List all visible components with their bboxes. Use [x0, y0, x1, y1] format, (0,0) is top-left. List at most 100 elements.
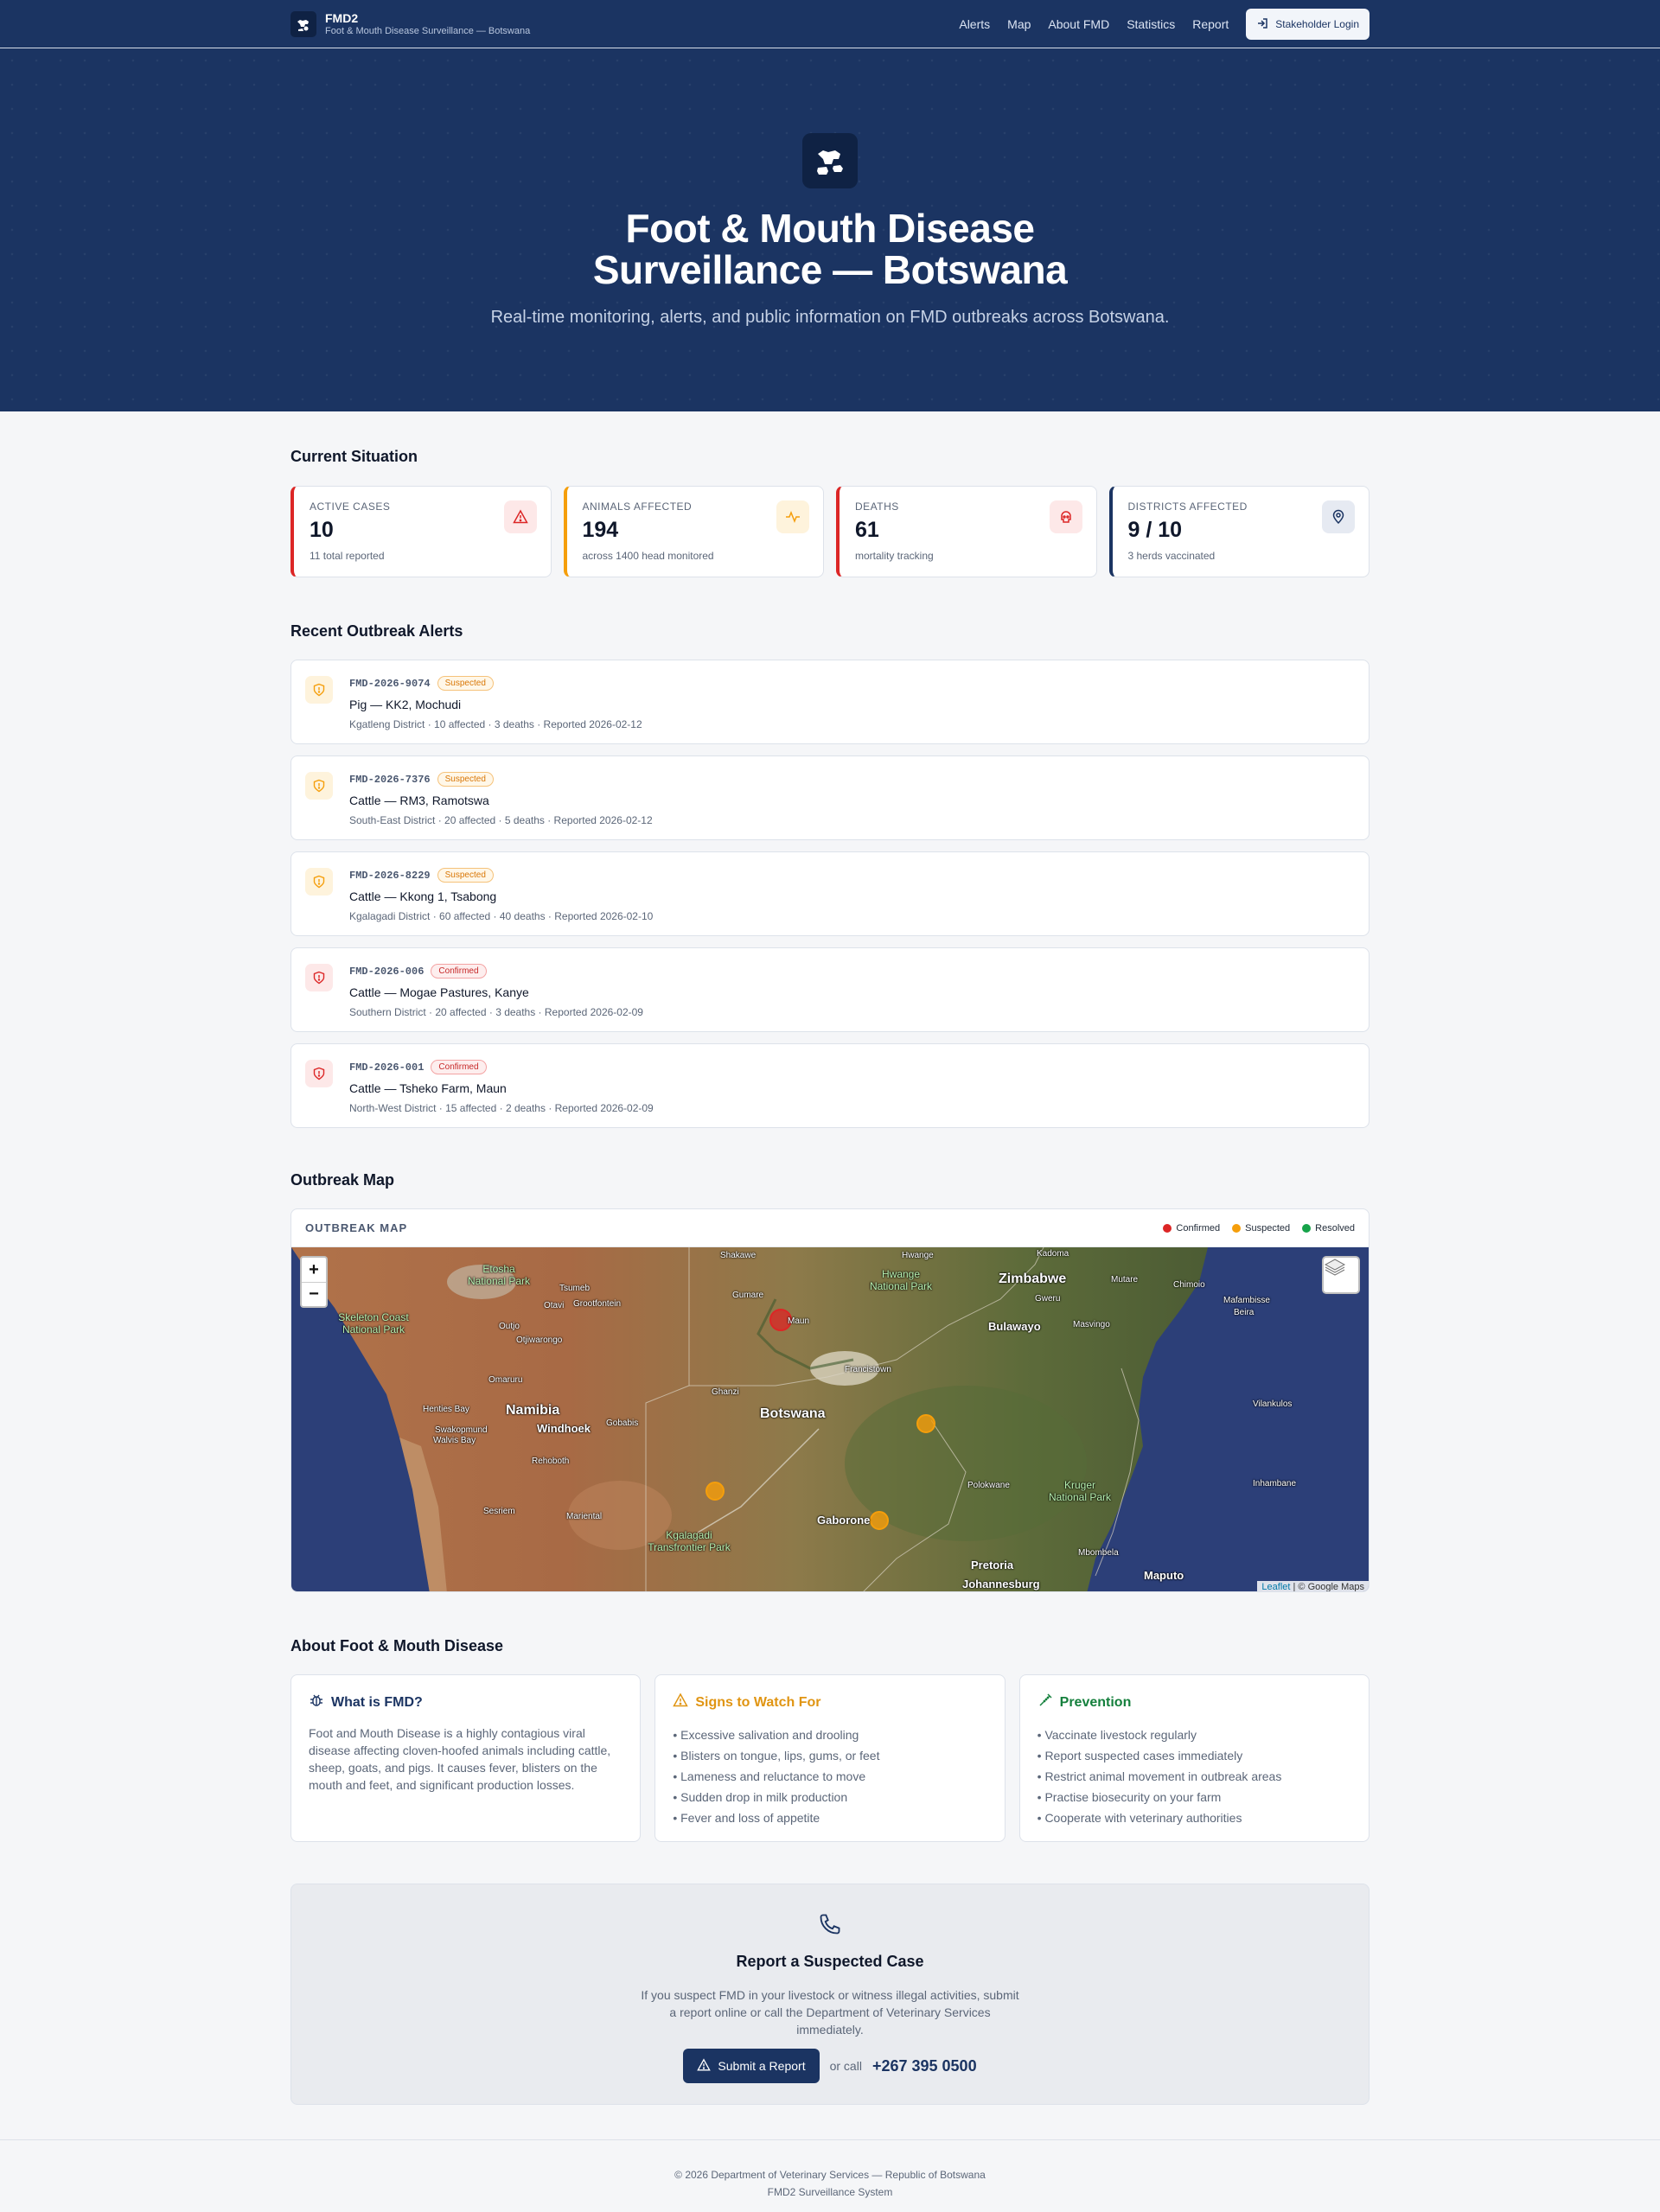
phone-number[interactable]: +267 395 0500	[872, 2057, 977, 2075]
stat-label: DEATHS	[855, 500, 899, 513]
stat-label: DISTRICTS AFFECTED	[1127, 500, 1248, 513]
list-item: • Fever and loss of appetite	[673, 1811, 820, 1825]
submit-report-label: Submit a Report	[718, 2059, 806, 2073]
map-canvas[interactable]: Etosha National Park Skeleton Coast Nati…	[291, 1247, 1369, 1591]
warning-triangle-icon	[697, 2057, 712, 2075]
report-text: If you suspect FMD in your livestock or …	[641, 1988, 1019, 2037]
nav-link-statistics[interactable]: Statistics	[1127, 17, 1175, 31]
map-card-title: OUTBREAK MAP	[305, 1221, 408, 1234]
list-item: • Sudden drop in milk production	[673, 1790, 848, 1804]
nav-link-alerts[interactable]: Alerts	[959, 17, 990, 31]
alert-title: Cattle — Tsheko Farm, Maun	[349, 1081, 507, 1095]
about-card-text: Foot and Mouth Disease is a highly conta…	[309, 1726, 611, 1792]
section-title-current-situation: Current Situation	[290, 448, 418, 465]
nav-link-report[interactable]: Report	[1192, 17, 1229, 31]
list-item: • Lameness and reluctance to move	[673, 1769, 866, 1783]
warning-triangle-icon	[673, 1692, 689, 1712]
section-title-outbreak-map: Outbreak Map	[290, 1171, 395, 1189]
list-item: • Restrict animal movement in outbreak a…	[1037, 1769, 1282, 1783]
map-label: Skeleton Coast National Park	[338, 1311, 409, 1335]
map-label: Gaborone	[817, 1514, 871, 1527]
layers-control-button[interactable]	[1322, 1256, 1360, 1294]
cow-logo-icon	[290, 11, 316, 37]
shield-alert-icon	[305, 676, 333, 704]
about-card-heading: What is FMD?	[331, 1694, 423, 1710]
map-attribution: Leaflet | © Google Maps	[1257, 1581, 1369, 1591]
report-case-section: Report a Suspected Case If you suspect F…	[290, 1884, 1370, 2105]
map-label: Namibia	[506, 1403, 560, 1418]
or-call-text: or call	[829, 2059, 862, 2073]
stat-sub: 3 herds vaccinated	[1127, 550, 1216, 562]
alert-meta: Kgatleng District · 10 affected · 3 deat…	[349, 718, 642, 730]
map-marker-suspected[interactable]	[916, 1414, 935, 1433]
map-label: Beira	[1234, 1308, 1255, 1317]
map-label: Windhoek	[537, 1422, 591, 1435]
alert-card[interactable]: FMD-2026-006 Confirmed Cattle — Mogae Pa…	[290, 947, 1370, 1032]
section-title-about-fmd: About Foot & Mouth Disease	[290, 1637, 503, 1654]
map-label: Hwange	[902, 1251, 934, 1260]
map-label: Pretoria	[971, 1559, 1014, 1571]
alert-title: Cattle — Kkong 1, Tsabong	[349, 889, 497, 903]
alert-card[interactable]: FMD-2026-001 Confirmed Cattle — Tsheko F…	[290, 1043, 1370, 1128]
alert-meta: South-East District · 20 affected · 5 de…	[349, 814, 653, 826]
nav-link-about-fmd[interactable]: About FMD	[1048, 17, 1109, 31]
legend-label: Confirmed	[1176, 1222, 1221, 1233]
zoom-out-button[interactable]: −	[302, 1282, 326, 1306]
map-label: Vilankulos	[1253, 1399, 1293, 1409]
map-label: Mariental	[566, 1512, 603, 1521]
map-label: Henties Bay	[423, 1405, 469, 1414]
alert-id: FMD-2026-001	[349, 1061, 425, 1074]
shield-alert-icon	[305, 868, 333, 896]
list-item: • Cooperate with veterinary authorities	[1037, 1811, 1242, 1825]
map-label: Otjiwarongo	[516, 1335, 563, 1345]
map-label: Mbombela	[1078, 1548, 1119, 1558]
map-label: Shakawe	[720, 1251, 757, 1260]
resolved-dot-icon	[1302, 1223, 1312, 1233]
about-card-what-is-fmd: What is FMD? Foot and Mouth Disease is a…	[290, 1674, 642, 1842]
about-card-heading: Prevention	[1059, 1694, 1132, 1710]
about-card-prevention: Prevention • Vaccinate livestock regular…	[1018, 1674, 1370, 1842]
alert-card[interactable]: FMD-2026-7376 Suspected Cattle — RM3, Ra…	[290, 755, 1370, 840]
shield-alert-icon	[305, 964, 333, 991]
hero-subtitle: Real-time monitoring, alerts, and public…	[490, 308, 1170, 327]
map-label: Bulawayo	[988, 1320, 1041, 1333]
stat-card-animals-affected: ANIMALS AFFECTED 194 across 1400 head mo…	[563, 486, 824, 577]
login-icon	[1256, 17, 1268, 32]
leaflet-link[interactable]: Leaflet	[1261, 1582, 1290, 1591]
map-marker-suspected[interactable]	[870, 1511, 889, 1530]
legend-resolved: Resolved	[1302, 1223, 1355, 1233]
status-badge: Confirmed	[431, 1060, 487, 1074]
nav-link-map[interactable]: Map	[1007, 17, 1031, 31]
map-legend: Confirmed Suspected Resolved	[1163, 1223, 1355, 1233]
livestock-icon	[802, 133, 858, 188]
stakeholder-login-button[interactable]: Stakeholder Login	[1246, 9, 1370, 40]
map-label: Masvingo	[1073, 1320, 1110, 1329]
map-label: Botswana	[760, 1406, 826, 1421]
zoom-control: + −	[300, 1256, 328, 1308]
map-marker-suspected[interactable]	[706, 1482, 725, 1501]
activity-icon	[776, 500, 809, 533]
alert-title: Pig — KK2, Mochudi	[349, 698, 462, 711]
about-fmd-section: About Foot & Mouth Disease What is FMD? …	[290, 1637, 1370, 1842]
alert-id: FMD-2026-8229	[349, 869, 431, 882]
alert-card[interactable]: FMD-2026-8229 Suspected Cattle — Kkong 1…	[290, 851, 1370, 936]
legend-confirmed: Confirmed	[1163, 1223, 1220, 1233]
hero-banner: Foot & Mouth Disease Surveillance — Bots…	[0, 48, 1660, 411]
syringe-icon	[1038, 1692, 1053, 1712]
alert-id: FMD-2026-7376	[349, 773, 431, 786]
legend-label: Resolved	[1315, 1222, 1355, 1233]
map-label: Mutare	[1111, 1275, 1139, 1284]
stat-sub: 11 total reported	[310, 550, 385, 562]
brand[interactable]: FMD2 Foot & Mouth Disease Surveillance —…	[290, 11, 530, 37]
map-label: Kruger National Park	[1048, 1479, 1112, 1503]
status-badge: Confirmed	[431, 964, 487, 979]
submit-report-button[interactable]: Submit a Report	[683, 2049, 820, 2083]
about-card-heading: Signs to Watch For	[695, 1694, 821, 1710]
alert-id: FMD-2026-006	[349, 965, 425, 978]
zoom-in-button[interactable]: +	[302, 1258, 326, 1282]
map-label: Gweru	[1035, 1294, 1061, 1304]
stat-value: 9 / 10	[1127, 518, 1183, 542]
alert-card[interactable]: FMD-2026-9074 Suspected Pig — KK2, Mochu…	[290, 660, 1370, 744]
map-label: Walvis Bay	[433, 1436, 476, 1445]
map-label: Otavi	[544, 1301, 565, 1310]
